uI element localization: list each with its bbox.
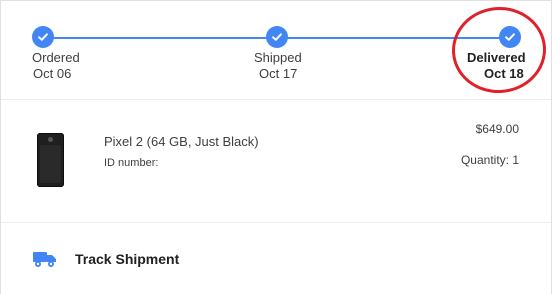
step-ordered-date: Oct 06 <box>33 66 72 81</box>
track-shipment-button[interactable]: Track Shipment <box>1 224 551 294</box>
order-item: Pixel 2 (64 GB, Just Black) ID number: $… <box>1 99 551 223</box>
phone-image <box>37 133 64 187</box>
truck-icon <box>33 252 56 267</box>
delivered-highlight-circle <box>449 3 549 97</box>
product-name: Pixel 2 (64 GB, Just Black) <box>104 134 259 149</box>
step-shipped-date: Oct 17 <box>259 66 298 81</box>
order-status-card: Ordered Oct 06 Shipped Oct 17 Delivered … <box>0 0 552 294</box>
track-shipment-label: Track Shipment <box>75 251 180 267</box>
product-quantity: Quantity: 1 <box>460 153 519 167</box>
order-progress-tracker: Ordered Oct 06 Shipped Oct 17 Delivered … <box>1 1 551 99</box>
shipped-check-icon <box>266 26 288 48</box>
step-shipped-label: Shipped <box>254 50 302 65</box>
product-id-label: ID number: <box>104 157 159 169</box>
ordered-check-icon <box>32 26 54 48</box>
product-price: $649.00 <box>475 122 519 136</box>
step-ordered-label: Ordered <box>32 50 80 65</box>
